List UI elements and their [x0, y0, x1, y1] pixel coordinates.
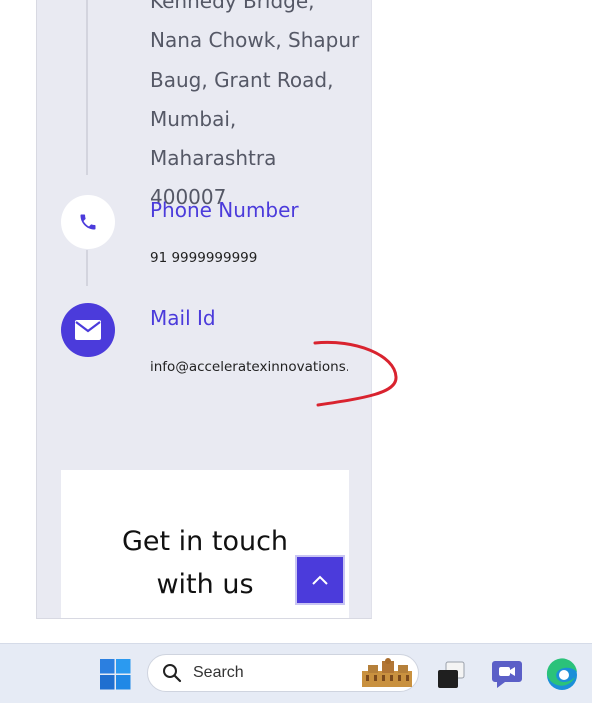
mail-icon-circle — [61, 303, 115, 357]
search-placeholder: Search — [193, 664, 244, 681]
windows-start-icon[interactable] — [100, 659, 131, 690]
red-annotation-mark — [313, 340, 398, 407]
address-text: Kennedy Bridge, Nana Chowk, Shapur Baug,… — [150, 0, 360, 210]
search-icon — [163, 664, 182, 683]
phone-icon-circle — [61, 195, 115, 249]
phone-title: Phone Number — [150, 198, 299, 222]
taskbar-search-box[interactable]: Search — [147, 654, 419, 692]
chevron-up-icon — [312, 575, 328, 585]
edge-browser-icon[interactable] — [545, 658, 579, 692]
scroll-to-top-button[interactable] — [295, 555, 345, 605]
timeline-line — [86, 250, 88, 286]
task-view-icon[interactable] — [436, 660, 468, 690]
phone-icon — [80, 214, 96, 230]
mail-title: Mail Id — [150, 306, 216, 330]
palace-thumbnail — [362, 658, 412, 687]
envelope-icon — [75, 320, 101, 340]
timeline-line — [86, 0, 88, 175]
contact-info-panel: Kennedy Bridge, Nana Chowk, Shapur Baug,… — [36, 0, 372, 619]
teams-chat-icon[interactable] — [491, 659, 523, 690]
phone-value[interactable]: 91 9999999999 — [150, 250, 257, 266]
windows-taskbar: Search — [0, 643, 592, 703]
